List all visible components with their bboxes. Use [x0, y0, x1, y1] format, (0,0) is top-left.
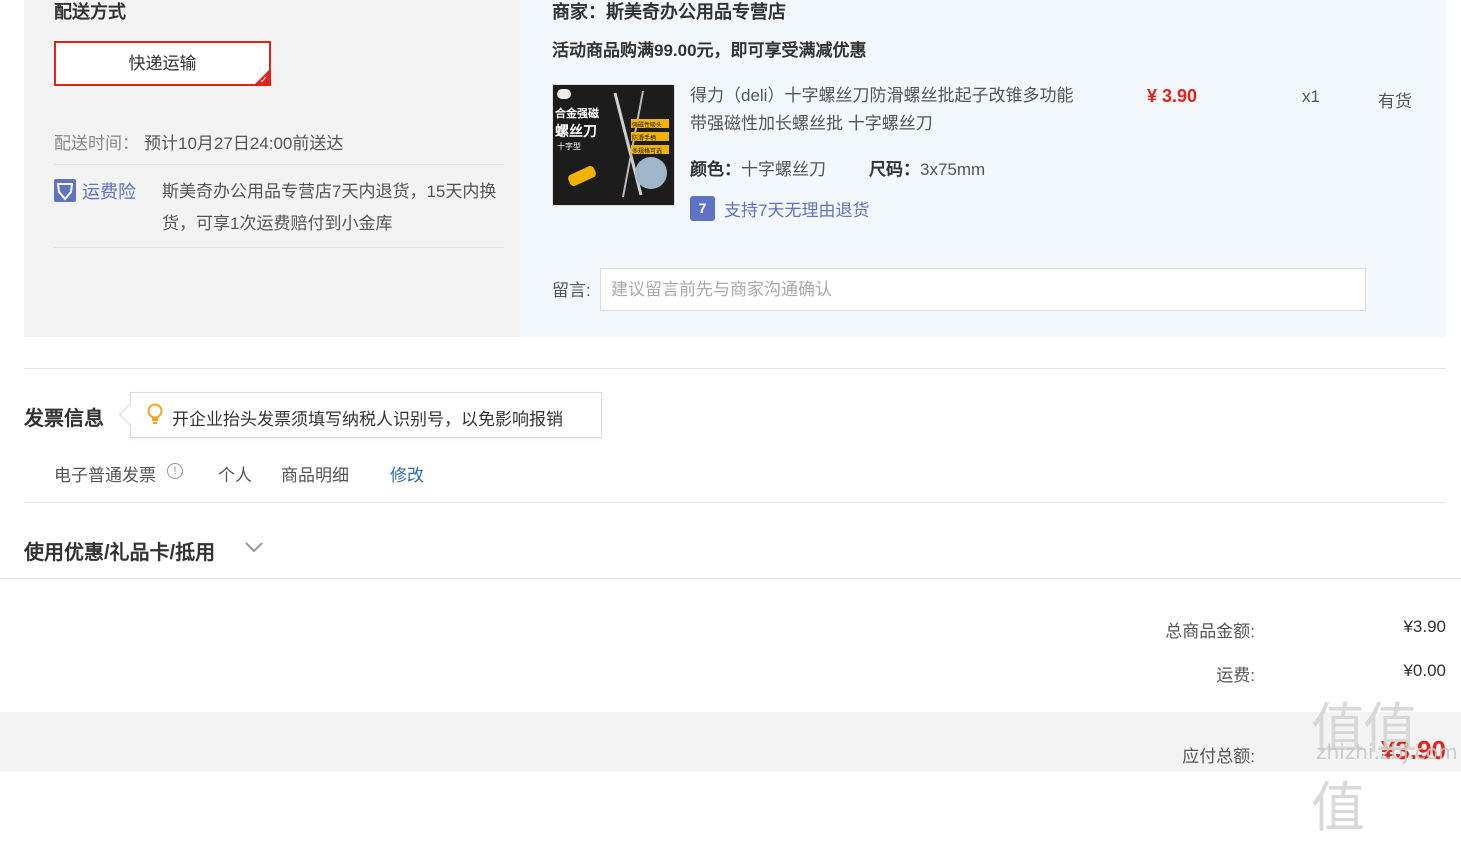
coupon-toggle[interactable]: 使用优惠/礼品卡/抵用 [24, 536, 215, 565]
invoice-holder: 个人 [218, 466, 252, 485]
product-image[interactable]: 合金强磁 螺丝刀 十字型 强磁性吸头 防滑手柄 多规格可选 [552, 84, 675, 206]
invoice-tip: 开企业抬头发票须填写纳税人识别号，以免影响报销 [118, 392, 602, 438]
goods-total-value: ¥3.90 [1403, 617, 1446, 636]
invoice-type: 电子普通发票 [54, 466, 156, 485]
product-title[interactable]: 得力（deli）十字螺丝刀防滑螺丝批起子改锥多功能带强磁性加长螺丝批 十字螺丝刀 [690, 82, 1090, 138]
freight-insurance-text: 斯美奇办公用品专营店7天内退货，15天内换货，可享1次运费赔付到小金库 [162, 182, 497, 233]
size-label: 尺码： [869, 160, 920, 179]
lightbulb-icon [147, 403, 163, 424]
tip-arrow [118, 403, 141, 426]
shipping-method-option[interactable]: 快递运输 ✓ [54, 41, 271, 86]
invoice-title: 发票信息 [24, 408, 104, 430]
shipping-method-label: 快递运输 [128, 54, 197, 73]
product-quantity: x1 [1302, 87, 1320, 106]
section-divider [24, 368, 1446, 369]
divider [54, 164, 504, 165]
shield-icon [54, 179, 76, 202]
promo-text: 活动商品购满99.00元，即可享受满减优惠 [552, 41, 867, 60]
freight-label: 运费: [1216, 666, 1255, 685]
divider [54, 247, 504, 248]
freight-insurance-label[interactable]: 运费险 [82, 178, 136, 204]
product-price: ¥ 3.90 [1147, 86, 1198, 106]
goods-total-label: 总商品金额: [1165, 622, 1255, 641]
payable-total-label: 应付总额: [1182, 747, 1255, 766]
size-spec: 尺码：3x75mm [869, 155, 985, 180]
return-policy-icon: 7 [690, 196, 715, 221]
color-label: 颜色： [690, 160, 741, 179]
color-value: 十字螺丝刀 [741, 160, 826, 179]
image-badge-3: 多规格可选 [632, 149, 663, 155]
stock-status: 有货 [1378, 92, 1412, 111]
watermark-site: zhizhi.zbj.com [1316, 740, 1458, 764]
message-label: 留言: [552, 281, 591, 300]
section-divider [0, 578, 1461, 579]
info-icon[interactable]: ! [167, 463, 183, 479]
checkmark-icon: ✓ [259, 75, 268, 86]
invoice-tip-text: 开企业抬头发票须填写纳税人识别号，以免影响报销 [172, 410, 563, 429]
message-input[interactable] [600, 268, 1366, 311]
shipping-heading: 配送方式 [54, 2, 126, 22]
return-policy-text[interactable]: 支持7天无理由退货 [724, 196, 869, 221]
seller-name: 商家：斯美奇办公用品专营店 [552, 2, 786, 22]
image-text-line2: 螺丝刀 [555, 123, 597, 139]
image-text-line3: 十字型 [557, 142, 581, 151]
freight-value: ¥0.00 [1403, 661, 1446, 680]
invoice-content: 商品明细 [281, 466, 349, 485]
delivery-time-value: 预计10月27日24:00前送达 [144, 134, 344, 153]
invoice-modify-link[interactable]: 修改 [390, 461, 424, 486]
image-badge-1: 强磁性吸头 [632, 123, 663, 129]
size-value: 3x75mm [920, 160, 986, 179]
image-badge-2: 防滑手柄 [632, 136, 657, 142]
delivery-time-label: 配送时间： [54, 134, 139, 153]
chevron-down-icon[interactable] [244, 540, 264, 554]
color-spec: 颜色：十字螺丝刀 [690, 155, 826, 180]
section-divider [24, 502, 1446, 503]
image-text-line1: 合金强磁 [555, 108, 599, 120]
